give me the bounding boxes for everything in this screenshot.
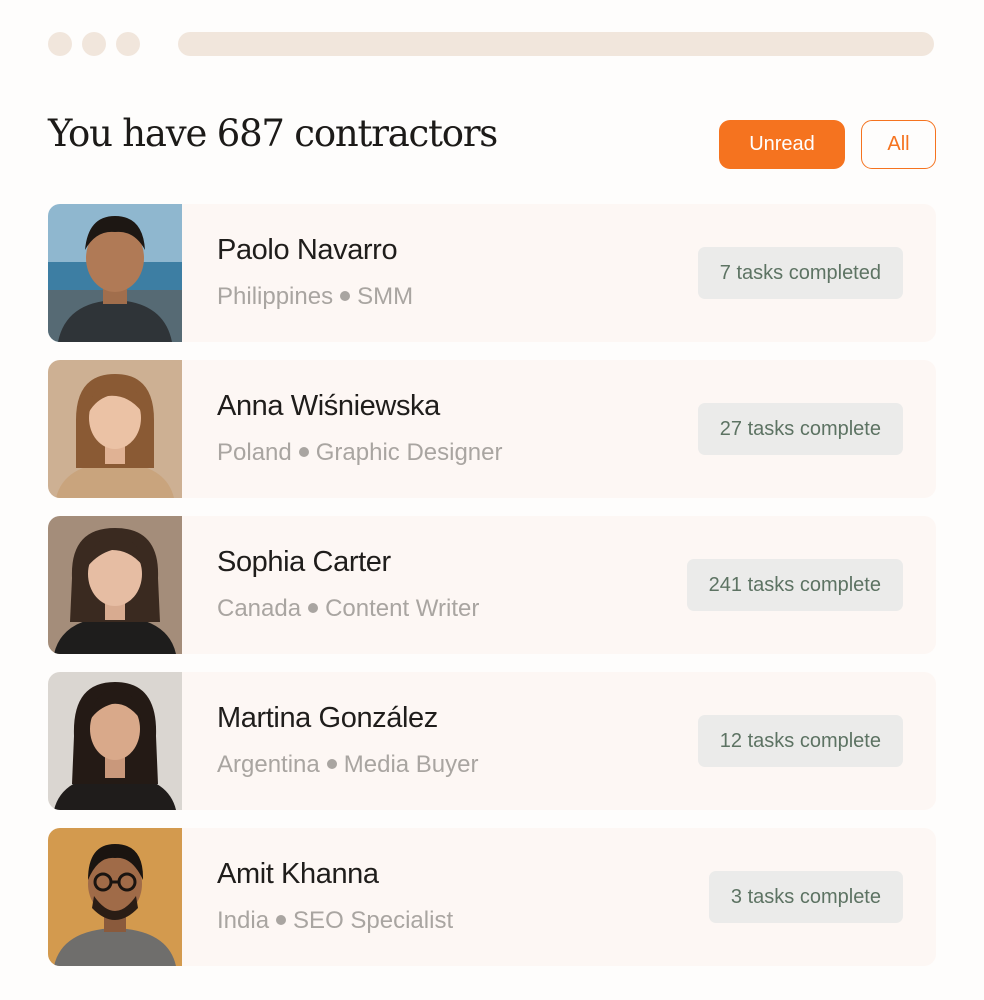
tasks-badge: 3 tasks complete — [708, 871, 903, 923]
separator-dot-icon — [276, 915, 287, 926]
contractor-row[interactable]: Anna Wiśniewska Poland Graphic Designer 2… — [48, 360, 936, 498]
contractor-role: Media Buyer — [343, 751, 479, 778]
address-bar[interactable] — [178, 32, 934, 56]
contractor-role: SMM — [357, 283, 414, 310]
contractor-country: India — [217, 907, 270, 934]
contractor-name: Anna Wiśniewska — [217, 390, 440, 422]
contractor-country: Poland — [217, 439, 292, 466]
contractor-country: Canada — [217, 595, 302, 622]
separator-dot-icon — [298, 447, 309, 458]
contractor-meta: Canada Content Writer — [217, 595, 479, 623]
page-title: You have 687 contractors — [48, 112, 498, 155]
filter-all-button[interactable]: All — [861, 120, 936, 169]
avatar-photo — [48, 828, 182, 966]
window-dot-icon[interactable] — [116, 32, 140, 56]
tasks-badge: 241 tasks complete — [686, 559, 903, 611]
contractor-row[interactable]: Paolo Navarro Philippines SMM 7 tasks com… — [48, 204, 936, 342]
contractor-meta: Poland Graphic Designer — [217, 439, 502, 467]
contractor-role: Content Writer — [325, 595, 480, 622]
window-dot-icon[interactable] — [48, 32, 72, 56]
app-window: You have 687 contractors Unread All Paol… — [0, 0, 984, 1000]
contractor-row[interactable]: Martina González Argentina Media Buyer 12… — [48, 672, 936, 810]
separator-dot-icon — [308, 603, 319, 614]
separator-dot-icon — [340, 291, 351, 302]
avatar-photo — [48, 360, 182, 498]
contractor-country: Argentina — [217, 751, 320, 778]
tasks-badge: 7 tasks completed — [697, 247, 903, 299]
contractor-role: SEO Specialist — [293, 907, 454, 934]
window-controls — [48, 32, 140, 56]
contractor-meta: Philippines SMM — [217, 283, 413, 311]
contractor-name: Sophia Carter — [217, 546, 391, 578]
contractor-role: Graphic Designer — [315, 439, 503, 466]
contractor-row[interactable]: Sophia Carter Canada Content Writer 241 t… — [48, 516, 936, 654]
contractor-name: Amit Khanna — [217, 858, 379, 890]
contractor-row[interactable]: Amit Khanna India SEO Specialist 3 tasks … — [48, 828, 936, 966]
tasks-badge: 12 tasks complete — [697, 715, 903, 767]
contractor-meta: Argentina Media Buyer — [217, 751, 478, 779]
avatar-photo — [48, 516, 182, 654]
avatar-photo — [48, 672, 182, 810]
filter-unread-button[interactable]: Unread — [719, 120, 845, 169]
contractor-name: Paolo Navarro — [217, 234, 398, 266]
separator-dot-icon — [326, 759, 337, 770]
contractor-country: Philippines — [217, 283, 334, 310]
window-dot-icon[interactable] — [82, 32, 106, 56]
contractor-name: Martina González — [217, 702, 438, 734]
contractor-meta: India SEO Specialist — [217, 907, 453, 935]
avatar-photo — [48, 204, 182, 342]
tasks-badge: 27 tasks complete — [697, 403, 903, 455]
